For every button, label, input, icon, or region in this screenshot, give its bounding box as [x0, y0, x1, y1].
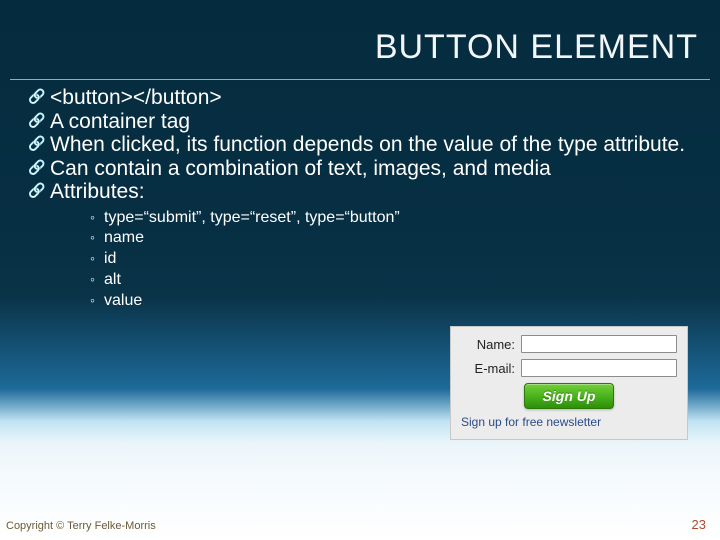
name-input[interactable] — [521, 335, 677, 353]
bullet-text: Can contain a combination of text, image… — [50, 157, 551, 180]
copyright: Copyright © Terry Felke-Morris — [6, 520, 156, 532]
sub-list: type=“submit”, type=“reset”, type=“butto… — [50, 204, 710, 312]
sub-item: value — [90, 291, 710, 312]
form-caption: Sign up for free newsletter — [461, 415, 677, 429]
title-divider — [10, 79, 710, 80]
sub-text: value — [104, 292, 142, 309]
page-number: 23 — [692, 517, 706, 532]
sub-text: type=“submit”, type=“reset”, type=“butto… — [104, 209, 400, 226]
bullet-text: A container tag — [50, 110, 190, 133]
form-illustration: Name: E-mail: Sign Up Sign up for free n… — [450, 326, 688, 440]
bullet-item: <button></button> — [28, 86, 710, 110]
bullet-text: When clicked, its function depends on th… — [50, 133, 685, 156]
sub-text: id — [104, 250, 116, 267]
signup-button[interactable]: Sign Up — [524, 383, 615, 409]
button-row: Sign Up — [461, 383, 677, 409]
sub-item: alt — [90, 270, 710, 291]
form-row-email: E-mail: — [461, 359, 677, 377]
signup-button-label: Sign Up — [543, 388, 596, 404]
bullet-list: <button></button> A container tag When c… — [10, 86, 710, 312]
bullet-text: Attributes: — [50, 180, 145, 203]
email-label: E-mail: — [461, 361, 515, 376]
sub-item: name — [90, 228, 710, 249]
bullet-item: When clicked, its function depends on th… — [28, 133, 710, 157]
page-title: BUTTON ELEMENT — [10, 28, 710, 67]
email-input[interactable] — [521, 359, 677, 377]
sub-text: alt — [104, 271, 121, 288]
slide: BUTTON ELEMENT <button></button> A conta… — [0, 0, 720, 540]
bullet-item: Can contain a combination of text, image… — [28, 157, 710, 181]
sub-item: id — [90, 249, 710, 270]
sub-item: type=“submit”, type=“reset”, type=“butto… — [90, 208, 710, 229]
bullet-item: Attributes: type=“submit”, type=“reset”,… — [28, 180, 710, 312]
form-row-name: Name: — [461, 335, 677, 353]
name-label: Name: — [461, 337, 515, 352]
bullet-text: <button></button> — [50, 86, 222, 109]
sub-text: name — [104, 229, 144, 246]
bullet-item: A container tag — [28, 110, 710, 134]
